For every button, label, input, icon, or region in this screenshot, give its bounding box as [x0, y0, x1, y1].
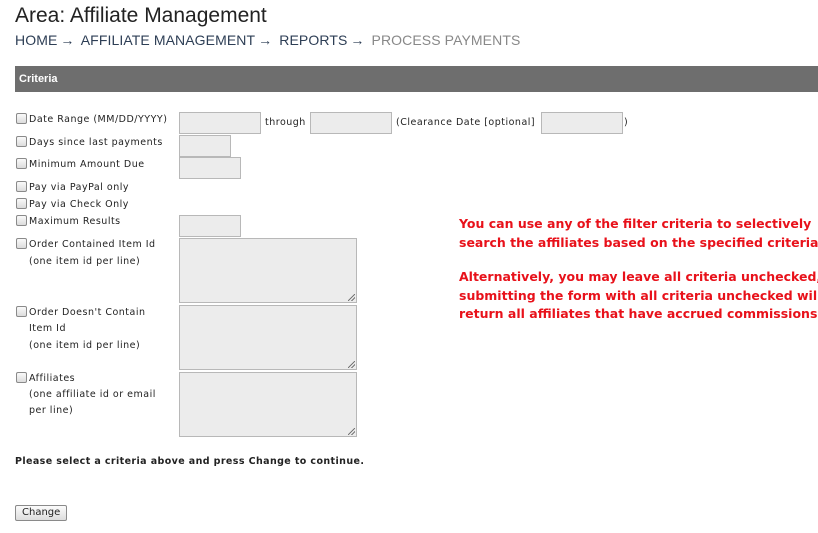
- breadcrumb-separator: →: [60, 32, 75, 48]
- max-results-label: Maximum Results: [29, 216, 121, 227]
- order-not-contain-textarea[interactable]: [179, 305, 357, 370]
- check-label: Pay via Check Only: [29, 199, 129, 210]
- paypal-label: Pay via PayPal only: [29, 182, 129, 193]
- help-text-line: Alternatively, you may leave all criteri…: [459, 269, 818, 284]
- breadcrumb-separator: →: [258, 32, 273, 48]
- resize-grip-icon[interactable]: [348, 361, 355, 368]
- breadcrumb-reports[interactable]: REPORTS: [279, 32, 347, 48]
- days-since-checkbox[interactable]: [16, 136, 27, 147]
- affiliates-label: Affiliates: [29, 373, 76, 384]
- days-since-label: Days since last payments: [29, 137, 163, 148]
- order-contained-textarea[interactable]: [179, 238, 357, 303]
- min-amount-checkbox[interactable]: [16, 158, 27, 169]
- affiliates-hint-line2: per line): [29, 405, 74, 416]
- max-results-input[interactable]: [179, 215, 241, 237]
- check-checkbox[interactable]: [16, 198, 27, 209]
- change-button[interactable]: Change: [15, 505, 68, 521]
- page-title: Area: Affiliate Management: [15, 4, 267, 27]
- help-text-line: search the affiliates based on the speci…: [459, 235, 818, 250]
- order-contained-hint: (one item id per line): [29, 256, 141, 267]
- resize-grip-icon[interactable]: [348, 428, 355, 435]
- affiliates-textarea[interactable]: [179, 372, 357, 437]
- breadcrumb-affiliate-management[interactable]: AFFILIATE MANAGEMENT: [81, 32, 255, 48]
- order-not-contain-label-line2: Item Id: [29, 323, 66, 334]
- paypal-checkbox[interactable]: [16, 181, 27, 192]
- max-results-checkbox[interactable]: [16, 215, 27, 226]
- help-text-line: return all affiliates that have accrued …: [459, 306, 818, 321]
- order-not-contain-hint: (one item id per line): [29, 340, 141, 351]
- date-range-label: Date Range (MM/DD/YYYY): [29, 114, 168, 125]
- through-label: through: [265, 117, 306, 128]
- breadcrumb-home[interactable]: HOME: [15, 32, 57, 48]
- breadcrumb: HOME → AFFILIATE MANAGEMENT → REPORTS → PRO…: [15, 32, 520, 48]
- affiliates-checkbox[interactable]: [16, 372, 27, 383]
- instruction-text: Please select a criteria above and press…: [15, 456, 365, 467]
- order-contained-label: Order Contained Item Id: [29, 239, 156, 250]
- breadcrumb-separator: →: [350, 32, 365, 48]
- clearance-close-paren: ): [624, 117, 629, 128]
- criteria-section-header: Criteria: [15, 66, 818, 92]
- min-amount-label: Minimum Amount Due: [29, 159, 145, 170]
- order-contained-checkbox[interactable]: [16, 238, 27, 249]
- order-not-contain-checkbox[interactable]: [16, 306, 27, 317]
- date-range-checkbox[interactable]: [16, 113, 27, 124]
- min-amount-input[interactable]: [179, 157, 241, 179]
- clearance-date-input[interactable]: [541, 112, 623, 134]
- help-text-line: You can use any of the filter criteria t…: [459, 216, 812, 231]
- date-from-input[interactable]: [179, 112, 261, 134]
- affiliates-hint: (one affiliate id or email: [29, 389, 156, 400]
- days-since-input[interactable]: [179, 135, 231, 157]
- order-not-contain-label: Order Doesn't Contain: [29, 307, 146, 318]
- resize-grip-icon[interactable]: [348, 294, 355, 301]
- date-to-input[interactable]: [310, 112, 392, 134]
- breadcrumb-current: PROCESS PAYMENTS: [371, 32, 521, 48]
- help-text-line: submitting the form with all criteria un…: [459, 288, 818, 303]
- clearance-date-label: (Clearance Date [optional]: [396, 117, 536, 128]
